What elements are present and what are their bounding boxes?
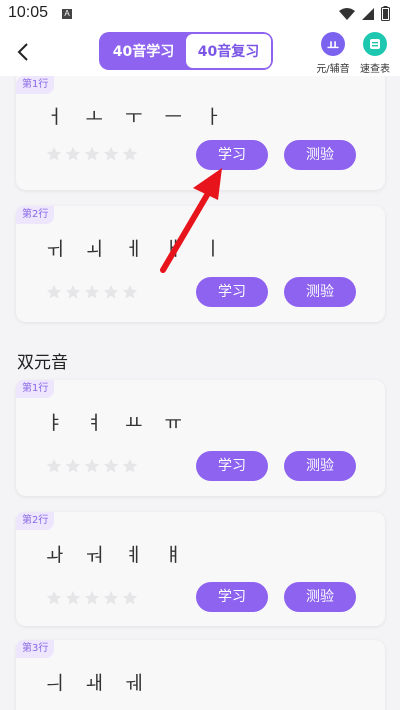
star-rating [46,146,138,162]
star-icon [122,146,138,161]
star-icon [46,458,62,473]
lesson-card: 第1行 ㅑ ㅕ ㅛ ㅠ 学习 测验 [16,380,385,496]
row-tag: 第2行 [16,512,55,530]
hangul-glyphs: ㅓ ㅗ ㅜ ㅡ ㅏ [46,106,230,128]
star-icon [84,284,100,299]
tab-40-review[interactable]: 40音复习 [186,34,271,68]
row-tag: 第3行 [16,640,55,658]
star-icon [122,284,138,299]
star-rating [46,284,138,300]
lesson-list[interactable]: 第1行 ㅓ ㅗ ㅜ ㅡ ㅏ 学习 测验 第2行 ㅟ ㅚ ㅔ ㅐ ㅣ 学习 测验 … [0,76,400,710]
test-button[interactable]: 测验 [284,451,356,481]
row-tag: 第1行 [16,76,55,94]
header: 40音学习 40音复习 ㅛ 元/辅音 速查表 [0,28,400,76]
row-tag: 第2行 [16,206,55,224]
learn-button[interactable]: 学习 [196,277,268,307]
status-bar: 10:05 A [0,0,400,28]
star-icon [103,284,119,299]
app-notification-icon: A [62,9,72,19]
vowel-consonant-button[interactable]: ㅛ 元/辅音 [314,32,352,75]
star-icon [84,146,100,161]
star-icon [103,146,119,161]
row-tag: 第1行 [16,380,55,398]
star-icon [65,146,81,161]
test-button[interactable]: 测验 [284,582,356,612]
status-time: 10:05 [8,4,49,21]
signal-icon [362,7,374,20]
test-button[interactable]: 测验 [284,140,356,170]
star-icon [46,590,62,605]
test-button[interactable]: 测验 [284,277,356,307]
lesson-card: 第2行 ㅘ ㅝ ㅖ ㅒ 学习 测验 [16,512,385,626]
lookup-table-button[interactable]: 速查表 [356,32,394,75]
lesson-card: 第1行 ㅓ ㅗ ㅜ ㅡ ㅏ 学习 测验 [16,76,385,190]
wifi-icon [339,7,355,20]
hangul-glyphs: ㅢ ㅙ ㅞ [46,672,151,694]
star-icon [46,146,62,161]
chevron-left-icon [17,43,28,61]
tab-40-learn[interactable]: 40音学习 [101,34,186,68]
star-icon [122,590,138,605]
star-rating [46,458,138,474]
star-icon [65,590,81,605]
lookup-table-icon [363,32,387,56]
learn-button[interactable]: 学习 [196,582,268,612]
star-icon [84,458,100,473]
hangul-glyphs: ㅟ ㅚ ㅔ ㅐ ㅣ [46,238,230,260]
star-icon [103,458,119,473]
battery-icon [381,6,390,21]
star-icon [84,590,100,605]
back-button[interactable] [10,38,38,66]
learn-button[interactable]: 学习 [196,140,268,170]
star-rating [46,590,138,606]
lesson-card: 第2行 ㅟ ㅚ ㅔ ㅐ ㅣ 学习 测验 [16,206,385,322]
hangul-glyphs: ㅑ ㅕ ㅛ ㅠ [46,412,191,434]
vowel-consonant-icon: ㅛ [321,32,345,56]
status-icons [339,6,390,21]
star-icon [122,458,138,473]
star-icon [103,590,119,605]
lesson-card: 第3行 ㅢ ㅙ ㅞ [16,640,385,710]
hangul-glyphs: ㅘ ㅝ ㅖ ㅒ [46,544,191,566]
star-icon [65,458,81,473]
star-icon [46,284,62,299]
mode-switch: 40音学习 40音复习 [99,32,273,70]
lookup-table-label: 速查表 [360,64,390,75]
vowel-consonant-label: 元/辅音 [316,64,350,75]
learn-button[interactable]: 学习 [196,451,268,481]
star-icon [65,284,81,299]
section-title: 双元音 [17,353,68,373]
